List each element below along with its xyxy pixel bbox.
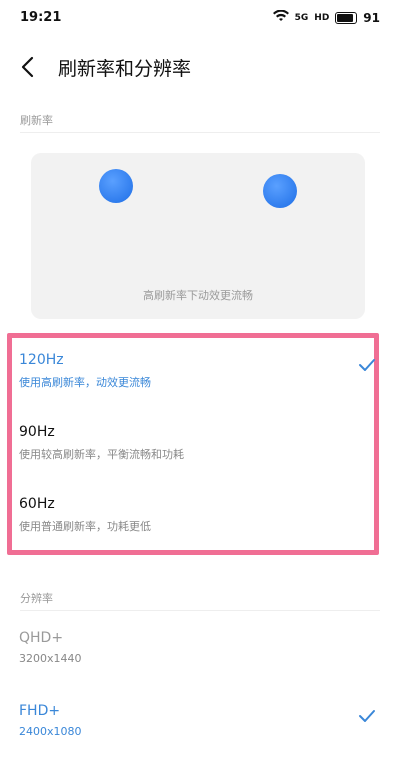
check-icon	[359, 359, 375, 371]
refresh-option-90hz[interactable]: 90Hz 使用较高刷新率，平衡流畅和功耗	[0, 424, 400, 490]
battery-level: 91	[363, 10, 380, 25]
option-title: 120Hz	[19, 352, 64, 368]
hd-icon: HD	[314, 13, 329, 23]
animation-dot-left	[99, 169, 133, 203]
option-subtitle: 使用普通刷新率，功耗更低	[19, 520, 151, 533]
option-title: QHD+	[19, 630, 64, 646]
hd-text: HD	[314, 12, 330, 23]
animation-dot-right	[263, 174, 297, 208]
back-button[interactable]	[14, 52, 44, 82]
divider	[20, 610, 380, 611]
page-title: 刷新率和分辨率	[58, 58, 192, 80]
divider	[20, 132, 380, 133]
resolution-option-fhd[interactable]: FHD+ 2400x1080	[0, 703, 400, 769]
refresh-section-label: 刷新率	[20, 114, 53, 127]
option-title: FHD+	[19, 703, 61, 719]
option-subtitle: 使用较高刷新率，平衡流畅和功耗	[19, 448, 184, 461]
title-bar: 刷新率和分辨率	[0, 42, 400, 90]
chevron-left-icon	[21, 56, 34, 78]
battery-icon	[335, 11, 358, 24]
refresh-preview-card: 高刷新率下动效更流畅	[31, 153, 365, 319]
option-subtitle: 3200x1440	[19, 652, 82, 665]
wifi-icon	[272, 9, 289, 25]
resolution-section-label: 分辨率	[20, 592, 53, 605]
status-time: 19:21	[20, 10, 62, 25]
refresh-option-60hz[interactable]: 60Hz 使用普通刷新率，功耗更低	[0, 496, 400, 562]
option-subtitle: 2400x1080	[19, 725, 82, 738]
option-subtitle: 使用高刷新率，动效更流畅	[19, 376, 151, 389]
preview-caption: 高刷新率下动效更流畅	[143, 289, 253, 302]
signal-text: 5G	[294, 12, 309, 23]
status-icons: 5G HD 91	[272, 9, 380, 25]
status-bar: 19:21 5G HD 91	[0, 0, 400, 36]
refresh-option-120hz[interactable]: 120Hz 使用高刷新率，动效更流畅	[0, 352, 400, 418]
signal-icon: 5G	[295, 13, 309, 23]
resolution-option-qhd[interactable]: QHD+ 3200x1440	[0, 630, 400, 696]
option-title: 90Hz	[19, 424, 55, 440]
check-icon	[359, 710, 375, 722]
option-title: 60Hz	[19, 496, 55, 512]
